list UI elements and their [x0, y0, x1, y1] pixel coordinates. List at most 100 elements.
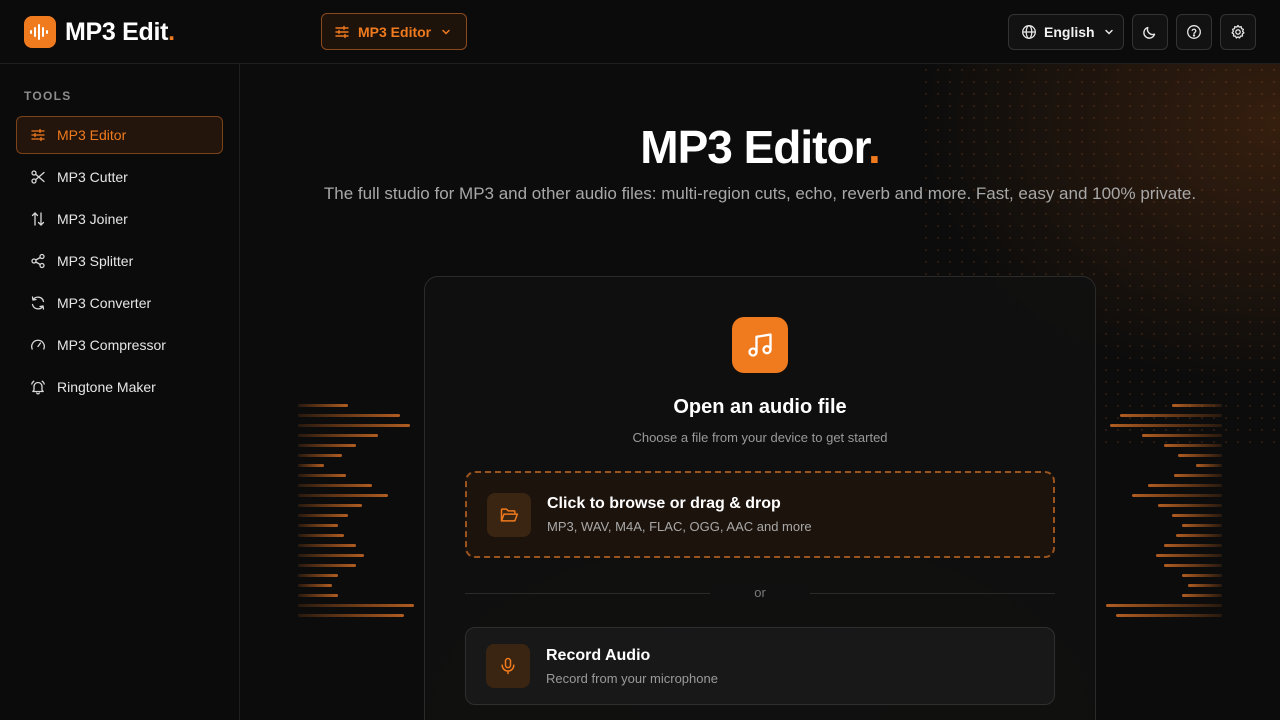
share-nodes-icon [29, 252, 47, 270]
language-select[interactable]: English [1008, 14, 1124, 50]
waveform-bar [298, 424, 410, 427]
waveform-bar [1116, 614, 1222, 617]
waveform-bar [1164, 564, 1222, 567]
microphone-icon [486, 644, 530, 688]
waveform-bar [1188, 584, 1222, 587]
sidebar-item-mp3-joiner[interactable]: MP3 Joiner [16, 200, 223, 238]
waveform-bar [298, 564, 356, 567]
waveform-bar [1110, 424, 1222, 427]
settings-button[interactable] [1220, 14, 1256, 50]
waveform-bar [1174, 474, 1222, 477]
sliders-icon [334, 24, 350, 40]
waveform-bar [1106, 604, 1222, 607]
waveform-bar [1196, 464, 1222, 467]
waveform-bar [298, 554, 364, 557]
help-circle-icon [1186, 24, 1202, 40]
alarm-bell-icon [29, 378, 47, 396]
waveform-bar [298, 414, 400, 417]
waveform-bar [1182, 574, 1222, 577]
waveform-decoration-right [1102, 404, 1222, 624]
sidebar: TOOLS MP3 Editor MP3 Cutter MP3 Joiner M… [0, 64, 240, 720]
waveform-bar [1176, 534, 1222, 537]
upload-card: Open an audio file Choose a file from yo… [424, 276, 1096, 720]
waveform-decoration-left [298, 404, 418, 624]
page-title: MP3 Editor. [640, 121, 881, 173]
scissors-icon [29, 168, 47, 186]
file-dropzone[interactable]: Click to browse or drag & drop MP3, WAV,… [465, 471, 1055, 558]
refresh-icon [29, 294, 47, 312]
sliders-icon [29, 126, 47, 144]
waveform-bar [298, 604, 414, 607]
sidebar-item-label: MP3 Splitter [57, 253, 134, 269]
sidebar-item-mp3-converter[interactable]: MP3 Converter [16, 284, 223, 322]
waveform-bar [298, 574, 338, 577]
sidebar-section-title: TOOLS [24, 89, 72, 103]
waveform-bar [298, 614, 404, 617]
waveform-bar [1164, 444, 1222, 447]
top-bar: MP3 Edit. MP3 Editor English [0, 0, 1280, 64]
dropzone-title: Click to browse or drag & drop [547, 495, 781, 512]
tool-select-dropdown[interactable]: MP3 Editor [321, 13, 467, 50]
moon-icon [1142, 24, 1158, 40]
divider-or: or [710, 585, 810, 600]
waveform-bar [298, 434, 378, 437]
logo-text: MP3 Edit. [65, 17, 175, 46]
language-label: English [1044, 24, 1095, 40]
waveform-bar [298, 484, 372, 487]
chevron-down-icon [1103, 26, 1115, 38]
waveform-bar [298, 594, 338, 597]
waveform-bar [1172, 404, 1222, 407]
logo-dot: . [168, 17, 175, 46]
waveform-bar [298, 514, 348, 517]
waveform-bar [1132, 494, 1222, 497]
help-button[interactable] [1176, 14, 1212, 50]
sidebar-item-label: MP3 Cutter [57, 169, 128, 185]
waveform-bar [298, 504, 362, 507]
logo[interactable]: MP3 Edit. [24, 15, 175, 49]
waveform-bar [1164, 544, 1222, 547]
upload-card-title: Open an audio file [673, 396, 847, 418]
page-subtitle: The full studio for MP3 and other audio … [323, 184, 1197, 203]
waveform-bar [1182, 524, 1222, 527]
waveform-bar [298, 444, 356, 447]
sidebar-item-label: MP3 Converter [57, 295, 152, 311]
tool-select-label: MP3 Editor [358, 23, 432, 40]
theme-toggle-button[interactable] [1132, 14, 1168, 50]
sidebar-item-mp3-splitter[interactable]: MP3 Splitter [16, 242, 223, 280]
waveform-bar [1120, 414, 1222, 417]
upload-card-subtitle: Choose a file from your device to get st… [632, 430, 888, 445]
waveform-bar [1142, 434, 1222, 437]
record-audio-title: Record Audio [546, 646, 651, 664]
waveform-bar [1178, 454, 1222, 457]
waveform-bar [298, 494, 388, 497]
title-dot: . [867, 121, 881, 173]
waveform-bar [298, 524, 338, 527]
sidebar-item-mp3-editor[interactable]: MP3 Editor [16, 116, 223, 154]
sidebar-item-label: MP3 Joiner [57, 211, 128, 227]
waveform-bar [298, 454, 342, 457]
waveform-bar [1172, 514, 1222, 517]
main-content: MP3 Editor. The full studio for MP3 and … [240, 64, 1280, 720]
sidebar-item-mp3-compressor[interactable]: MP3 Compressor [16, 326, 223, 364]
gauge-icon [29, 336, 47, 354]
waveform-logo-icon [24, 16, 56, 48]
waveform-bar [298, 534, 344, 537]
record-audio-button[interactable]: Record Audio Record from your microphone [465, 627, 1055, 705]
sidebar-item-label: MP3 Compressor [57, 337, 166, 353]
waveform-bar [298, 464, 324, 467]
sidebar-item-label: Ringtone Maker [57, 379, 156, 395]
sidebar-item-label: MP3 Editor [57, 127, 127, 143]
waveform-bar [298, 404, 348, 407]
arrows-up-down-icon [29, 210, 47, 228]
dropzone-formats: MP3, WAV, M4A, FLAC, OGG, AAC and more [547, 519, 812, 534]
waveform-bar [298, 584, 332, 587]
sidebar-item-ringtone-maker[interactable]: Ringtone Maker [16, 368, 223, 406]
sidebar-item-mp3-cutter[interactable]: MP3 Cutter [16, 158, 223, 196]
folder-open-icon [487, 492, 531, 537]
music-note-icon [732, 317, 788, 373]
waveform-bar [1156, 554, 1222, 557]
record-audio-subtitle: Record from your microphone [546, 670, 718, 686]
gear-icon [1230, 24, 1246, 40]
waveform-bar [298, 544, 356, 547]
waveform-bar [1148, 484, 1222, 487]
